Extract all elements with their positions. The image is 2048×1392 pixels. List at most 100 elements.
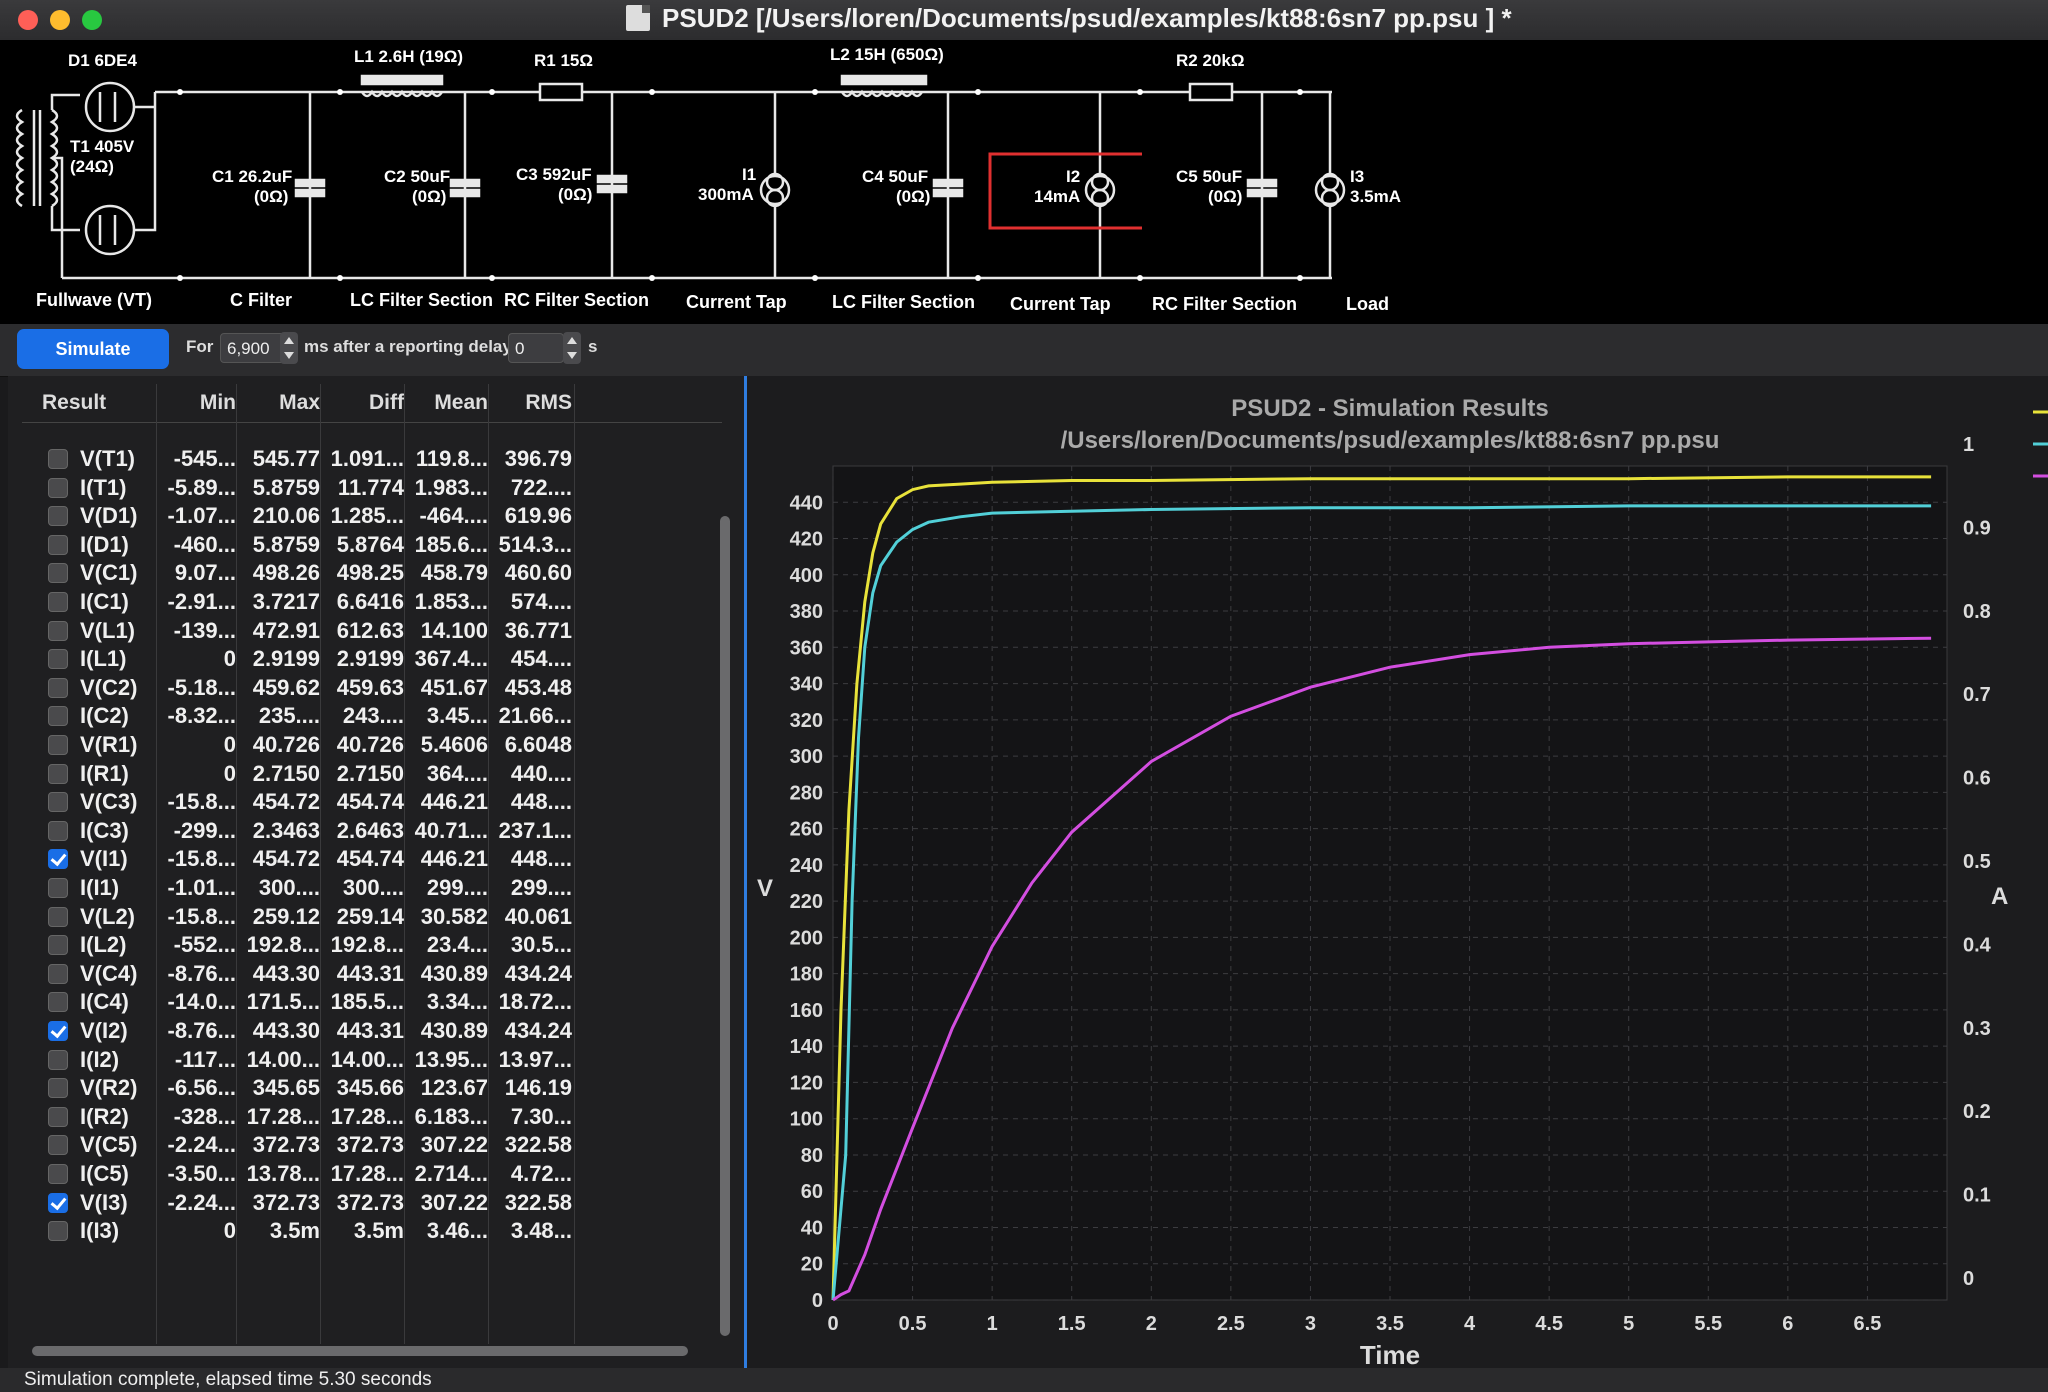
- header-result[interactable]: Result: [42, 384, 118, 422]
- table-row[interactable]: I(I3) 0 3.5m 3.5m 3.46... 3.48...: [22, 1216, 722, 1245]
- y-tick-label: 60: [801, 1181, 823, 1203]
- delay-stepper[interactable]: [563, 332, 581, 364]
- table-row[interactable]: V(D1) -1.07... 210.06 1.285... -464.... 619.9…: [22, 501, 722, 530]
- section-label-lc-filter-2: LC Filter Section: [832, 292, 975, 312]
- row-checkbox[interactable]: [48, 878, 68, 898]
- row-checkbox[interactable]: [48, 706, 68, 727]
- row-mean-value: 430.89: [420, 960, 488, 986]
- row-checkbox[interactable]: [48, 592, 68, 612]
- circuit-schematic[interactable]: D1 6DE4 T1 405V (24Ω) L1 2.6H (19Ω) R1 1…: [0, 40, 2048, 324]
- row-checkbox[interactable]: [48, 906, 68, 927]
- row-checkbox[interactable]: [48, 935, 68, 956]
- table-row[interactable]: I(I1) -1.01... 300.... 300.... 299.... 299...…: [22, 873, 722, 902]
- table-row[interactable]: I(R1) 0 2.7150 2.7150 364.... 440....: [22, 759, 722, 788]
- row-checkbox[interactable]: [48, 1164, 68, 1184]
- row-diff-value: 2.7150: [336, 760, 404, 786]
- row-max-value: 345.65: [252, 1075, 320, 1101]
- row-checkbox[interactable]: [48, 1106, 68, 1127]
- row-checkbox[interactable]: [48, 677, 68, 698]
- resistor-r1[interactable]: [538, 82, 584, 102]
- delay-input[interactable]: 0: [508, 333, 564, 363]
- row-checkbox[interactable]: [48, 534, 68, 555]
- row-checkbox[interactable]: [48, 506, 68, 527]
- duration-stepper[interactable]: [280, 332, 298, 364]
- table-row[interactable]: I(L2) -552... 192.8... 192.8... 23.4... 30.5.…: [22, 930, 722, 959]
- table-row[interactable]: V(C1) 9.07... 498.26 498.25 458.79 460.60: [22, 558, 722, 587]
- table-row[interactable]: I(L1) 0 2.9199 2.9199 367.4... 454....: [22, 644, 722, 673]
- row-checkbox[interactable]: [48, 792, 68, 813]
- row-rms-value: 574....: [510, 589, 572, 614]
- row-min-value: -15.8...: [167, 789, 236, 815]
- row-rms-value: 454....: [510, 646, 572, 672]
- row-checkbox[interactable]: [48, 563, 68, 584]
- table-row[interactable]: V(R1) 0 40.726 40.726 5.4606 6.6048: [22, 730, 722, 759]
- simulation-chart[interactable]: 0 0.5 1 1.5 2 2.5 3 3.5 4 4.5 5 5.5 6 6.5020406080100…: [747, 376, 2048, 1370]
- table-row[interactable]: V(I1) -15.8... 454.72 454.74 446.21 448....: [22, 844, 722, 873]
- table-row[interactable]: I(D1) -460... 5.8759 5.8764 185.6... 514.3...: [22, 530, 722, 559]
- table-row[interactable]: I(C4) -14.0... 171.5... 185.5... 3.34... 18.7…: [22, 987, 722, 1016]
- current-source-i1[interactable]: [759, 172, 791, 208]
- simulate-button[interactable]: Simulate: [17, 329, 169, 369]
- inductor-l1[interactable]: [360, 74, 444, 98]
- row-checkbox[interactable]: [48, 620, 68, 641]
- window-minimize-button[interactable]: [50, 10, 70, 30]
- table-row[interactable]: V(C3) -15.8... 454.72 454.74 446.21 448....: [22, 787, 722, 816]
- label-c1-line2: (0Ω): [254, 187, 288, 206]
- vertical-scrollbar-thumb[interactable]: [720, 516, 730, 1336]
- row-checkbox[interactable]: [48, 1049, 68, 1070]
- vertical-scrollbar[interactable]: [720, 516, 730, 1336]
- header-rms[interactable]: RMS: [488, 384, 572, 422]
- table-row[interactable]: V(I2) -8.76... 443.30 443.31 430.89 434.24: [22, 1016, 722, 1045]
- table-row[interactable]: I(T1) -5.89... 5.8759 11.774 1.983... 722....: [22, 473, 722, 502]
- row-checkbox[interactable]: [48, 1135, 68, 1156]
- row-checkbox[interactable]: [48, 477, 68, 498]
- diode-d1-top[interactable]: [84, 81, 155, 133]
- header-diff[interactable]: Diff: [320, 384, 404, 422]
- row-checkbox[interactable]: [48, 820, 68, 841]
- table-row[interactable]: I(I2) -117... 14.00... 14.00... 13.95... 13.9…: [22, 1045, 722, 1074]
- row-checkbox[interactable]: [48, 1221, 68, 1242]
- row-checkbox[interactable]: [48, 1192, 68, 1213]
- table-row[interactable]: V(C4) -8.76... 443.30 443.31 430.89 434.24: [22, 959, 722, 988]
- row-checkbox[interactable]: [48, 849, 68, 870]
- table-row[interactable]: V(L2) -15.8... 259.12 259.14 30.582 40.061: [22, 902, 722, 931]
- header-min[interactable]: Min: [156, 384, 236, 422]
- table-header: Result Min Max Diff Mean RMS: [22, 384, 722, 423]
- table-row[interactable]: I(C1) -2.91... 3.7217 6.6416 1.853... 574....: [22, 587, 722, 616]
- y-axis-label: V: [757, 875, 773, 902]
- row-max-value: 472.91: [252, 617, 320, 643]
- current-source-i2[interactable]: [1084, 172, 1116, 208]
- window-zoom-button[interactable]: [82, 10, 102, 30]
- header-mean[interactable]: Mean: [404, 384, 488, 422]
- table-row[interactable]: V(T1) -545... 545.77 1.091... 119.8... 396.79: [22, 444, 722, 473]
- table-row[interactable]: I(C5) -3.50... 13.78... 17.28... 2.714... 4.7…: [22, 1159, 722, 1188]
- y-tick-label: 140: [790, 1036, 823, 1058]
- row-rms-value: 322.58: [504, 1132, 572, 1158]
- transformer-symbol[interactable]: [15, 93, 80, 278]
- header-max[interactable]: Max: [236, 384, 320, 422]
- table-row[interactable]: I(R2) -328... 17.28... 17.28... 6.183... 7.30…: [22, 1102, 722, 1131]
- resistor-r2[interactable]: [1188, 82, 1234, 102]
- row-max-value: 454.72: [252, 789, 320, 815]
- row-checkbox[interactable]: [48, 992, 68, 1013]
- table-row[interactable]: V(C2) -5.18... 459.62 459.63 451.67 453.48: [22, 673, 722, 702]
- table-row[interactable]: V(I3) -2.24... 372.73 372.73 307.22 322.58: [22, 1188, 722, 1217]
- label-t1-line1: T1 405V: [70, 137, 135, 156]
- table-row[interactable]: V(R2) -6.56... 345.65 345.66 123.67 146.19: [22, 1073, 722, 1102]
- window-close-button[interactable]: [18, 10, 38, 30]
- horizontal-scrollbar[interactable]: [32, 1346, 688, 1356]
- row-checkbox[interactable]: [48, 735, 68, 755]
- table-row[interactable]: I(C3) -299... 2.3463 2.6463 40.71... 237.1...: [22, 816, 722, 845]
- row-checkbox[interactable]: [48, 963, 68, 984]
- row-max-value: 235....: [258, 703, 320, 729]
- table-row[interactable]: V(C5) -2.24... 372.73 372.73 307.22 322.58: [22, 1130, 722, 1159]
- row-checkbox[interactable]: [48, 449, 68, 469]
- row-checkbox[interactable]: [48, 763, 68, 784]
- row-checkbox[interactable]: [48, 1078, 68, 1099]
- table-row[interactable]: V(L1) -139... 472.91 612.63 14.100 36.771: [22, 616, 722, 645]
- row-checkbox[interactable]: [48, 1021, 68, 1041]
- current-source-i3[interactable]: [1314, 172, 1346, 208]
- table-row[interactable]: I(C2) -8.32... 235.... 243.... 3.45... 21.66.…: [22, 701, 722, 730]
- row-checkbox[interactable]: [48, 649, 68, 670]
- row-mean-value: 2.714...: [414, 1161, 488, 1186]
